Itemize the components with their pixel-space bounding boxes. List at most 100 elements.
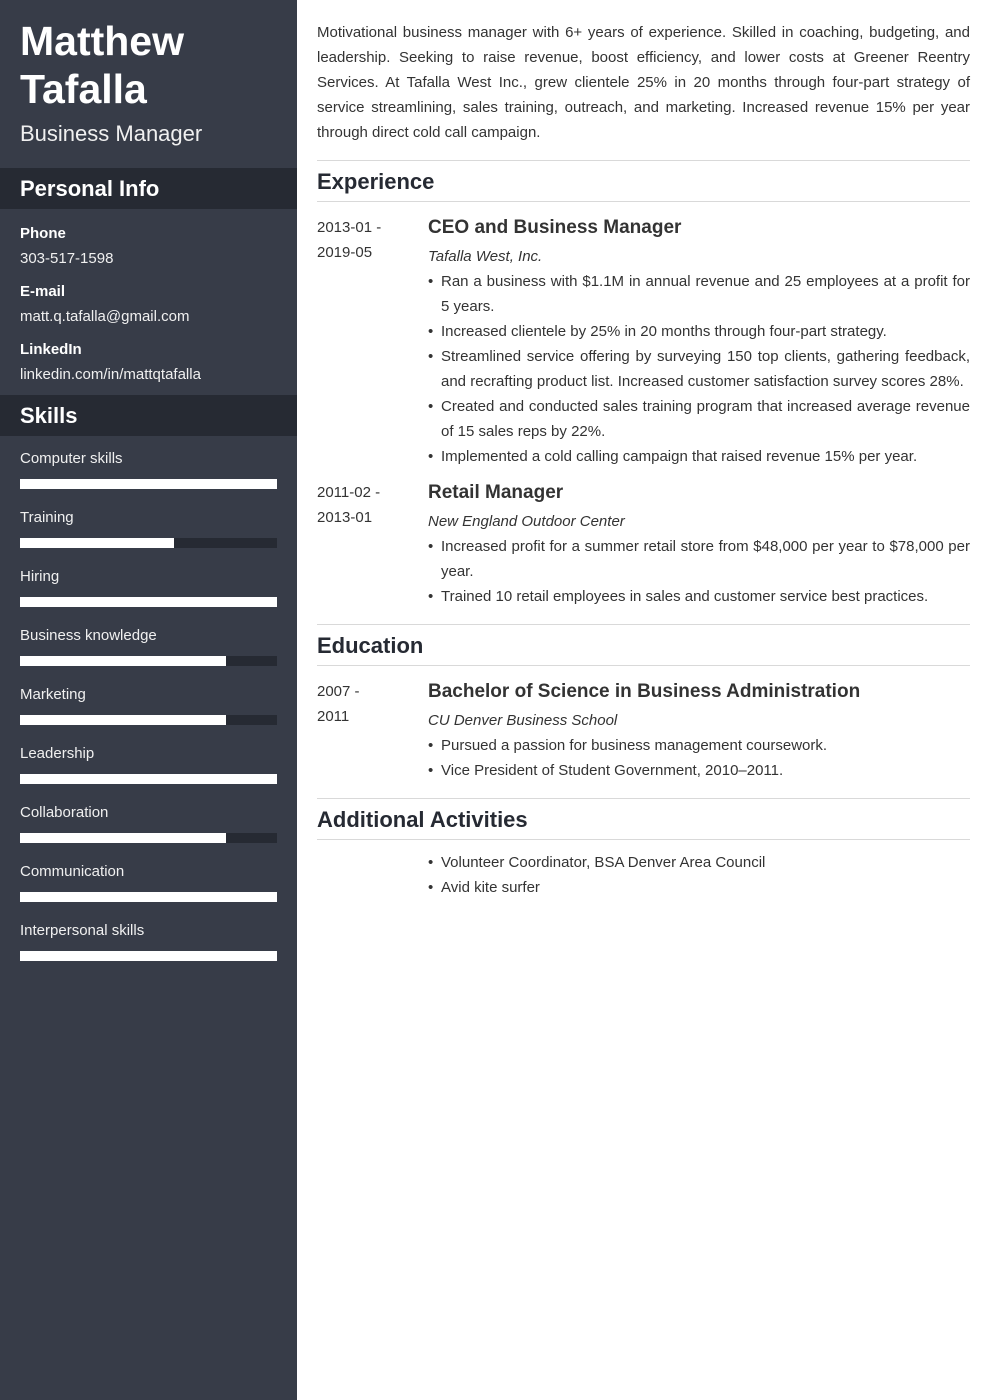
entry-bullets: Pursued a passion for business managemen… <box>428 733 970 783</box>
skill-label: Collaboration <box>20 804 109 821</box>
skill-level-bar <box>20 774 277 784</box>
skill-level-fill <box>20 479 277 489</box>
main-content: Motivational business manager with 6+ ye… <box>317 20 970 900</box>
bullet-item: Increased clientele by 25% in 20 months … <box>428 319 970 344</box>
summary: Motivational business manager with 6+ ye… <box>317 24 970 141</box>
phone-value: 303-517-1598 <box>20 250 114 267</box>
skill-level-fill <box>20 951 277 961</box>
skill-item: Computer skills <box>20 446 277 505</box>
experience-entries: 2013-01 - 2019-05 CEO and Business Manager… <box>317 215 970 609</box>
activity-item: Avid kite surfer <box>428 875 970 900</box>
skill-label: Communication <box>20 863 125 880</box>
activity-item: Volunteer Coordinator, BSA Denver Area C… <box>428 850 970 875</box>
info-phone: Phone 303-517-1598 <box>20 221 277 271</box>
entry-organization: Tafalla West, Inc. <box>428 248 543 265</box>
education-section: Education 2007 - 2011 Bachelor of Science … <box>317 624 970 783</box>
skill-item: Hiring <box>20 564 277 623</box>
skills-heading: Skills <box>0 395 297 436</box>
skill-item: Collaboration <box>20 800 277 859</box>
email-value[interactable]: matt.q.tafalla@gmail.com <box>20 304 277 329</box>
education-entries: 2007 - 2011 Bachelor of Science in Busines… <box>317 679 970 783</box>
experience-entry: 2011-02 - 2013-01 Retail Manager New Englan… <box>317 480 970 609</box>
skill-label: Hiring <box>20 568 60 585</box>
entry-bullets: Increased profit for a summer retail sto… <box>428 534 970 609</box>
experience-section: Experience 2013-01 - 2019-05 CEO and Busin… <box>317 160 970 609</box>
date-end: 2019-05 <box>317 244 373 261</box>
skill-level-bar <box>20 656 277 666</box>
skill-label: Leadership <box>20 745 95 762</box>
info-linkedin: LinkedIn linkedin.com/in/mattqtafalla <box>20 337 277 387</box>
entry-title: Retail Manager <box>428 482 564 503</box>
date-end: 2013-01 <box>317 509 373 526</box>
entry-dates: 2007 - 2011 <box>317 679 428 783</box>
skill-label: Interpersonal skills <box>20 922 145 939</box>
entry-dates: 2011-02 - 2013-01 <box>317 480 428 609</box>
skill-label: Training <box>20 509 74 526</box>
first-name: Matthew <box>20 18 184 64</box>
date-end: 2011 <box>317 708 350 725</box>
bullet-item: Pursued a passion for business managemen… <box>428 733 970 758</box>
sidebar: Matthew Tafalla Business Manager Persona… <box>0 0 297 1400</box>
bullet-item: Implemented a cold calling campaign that… <box>428 444 970 469</box>
skill-level-bar <box>20 479 277 489</box>
last-name: Tafalla <box>20 66 147 112</box>
skill-item: Business knowledge <box>20 623 277 682</box>
entry-organization: CU Denver Business School <box>428 712 618 729</box>
activities-heading: Additional Activities <box>317 798 970 840</box>
activities-list: Volunteer Coordinator, BSA Denver Area C… <box>317 850 970 900</box>
bullet-item: Created and conducted sales training pro… <box>428 394 970 444</box>
candidate-role: Business Manager <box>20 121 203 146</box>
date-start: 2007 - <box>317 683 360 700</box>
bullet-item: Streamlined service offering by surveyin… <box>428 344 970 394</box>
activities-section: Additional Activities Volunteer Coordina… <box>317 798 970 900</box>
entry-body: Retail Manager New England Outdoor Center… <box>428 480 970 609</box>
bullet-item: Ran a business with $1.1M in annual reve… <box>428 269 970 319</box>
date-start: 2011-02 - <box>317 484 381 501</box>
bullet-item: Trained 10 retail employees in sales and… <box>428 584 970 609</box>
entry-title: CEO and Business Manager <box>428 217 682 238</box>
skill-item: Marketing <box>20 682 277 741</box>
skills-list: Computer skills Training Hiring Business kn… <box>0 436 297 977</box>
skill-item: Communication <box>20 859 277 918</box>
skill-level-fill <box>20 597 277 607</box>
skill-item: Leadership <box>20 741 277 800</box>
skill-label: Business knowledge <box>20 627 157 644</box>
skill-level-bar <box>20 892 277 902</box>
bullet-item: Increased profit for a summer retail sto… <box>428 534 970 584</box>
entry-body: Bachelor of Science in Business Administ… <box>428 679 970 783</box>
skill-item: Interpersonal skills <box>20 918 277 977</box>
skill-level-bar <box>20 951 277 961</box>
entry-title: Bachelor of Science in Business Administ… <box>428 681 861 702</box>
info-label: Phone <box>20 225 66 242</box>
linkedin-value[interactable]: linkedin.com/in/mattqtafalla <box>20 362 277 387</box>
skill-label: Computer skills <box>20 450 123 467</box>
date-start: 2013-01 - <box>317 219 382 236</box>
entry-organization: New England Outdoor Center <box>428 513 625 530</box>
personal-info-list: Phone 303-517-1598 E-mail matt.q.tafalla… <box>0 209 297 387</box>
info-label: LinkedIn <box>20 341 82 358</box>
skill-level-fill <box>20 774 277 784</box>
entry-dates: 2013-01 - 2019-05 <box>317 215 428 469</box>
skill-label: Marketing <box>20 686 86 703</box>
skill-level-fill <box>20 715 226 725</box>
skill-level-bar <box>20 597 277 607</box>
skill-level-bar <box>20 538 277 548</box>
skill-level-fill <box>20 538 175 548</box>
education-heading: Education <box>317 624 970 666</box>
info-email: E-mail matt.q.tafalla@gmail.com <box>20 279 277 329</box>
skill-level-fill <box>20 892 277 902</box>
entry-bullets: Ran a business with $1.1M in annual reve… <box>428 269 970 469</box>
skill-item: Training <box>20 505 277 564</box>
education-entry: 2007 - 2011 Bachelor of Science in Busines… <box>317 679 970 783</box>
skill-level-fill <box>20 833 226 843</box>
skill-level-bar <box>20 715 277 725</box>
skill-level-bar <box>20 833 277 843</box>
skill-level-fill <box>20 656 226 666</box>
experience-entry: 2013-01 - 2019-05 CEO and Business Manager… <box>317 215 970 469</box>
bullet-item: Vice President of Student Government, 20… <box>428 758 970 783</box>
candidate-name: Matthew Tafalla <box>0 0 297 113</box>
info-label: E-mail <box>20 283 66 300</box>
experience-heading: Experience <box>317 160 970 202</box>
personal-info-heading: Personal Info <box>0 168 297 209</box>
entry-body: CEO and Business Manager Tafalla West, In… <box>428 215 970 469</box>
